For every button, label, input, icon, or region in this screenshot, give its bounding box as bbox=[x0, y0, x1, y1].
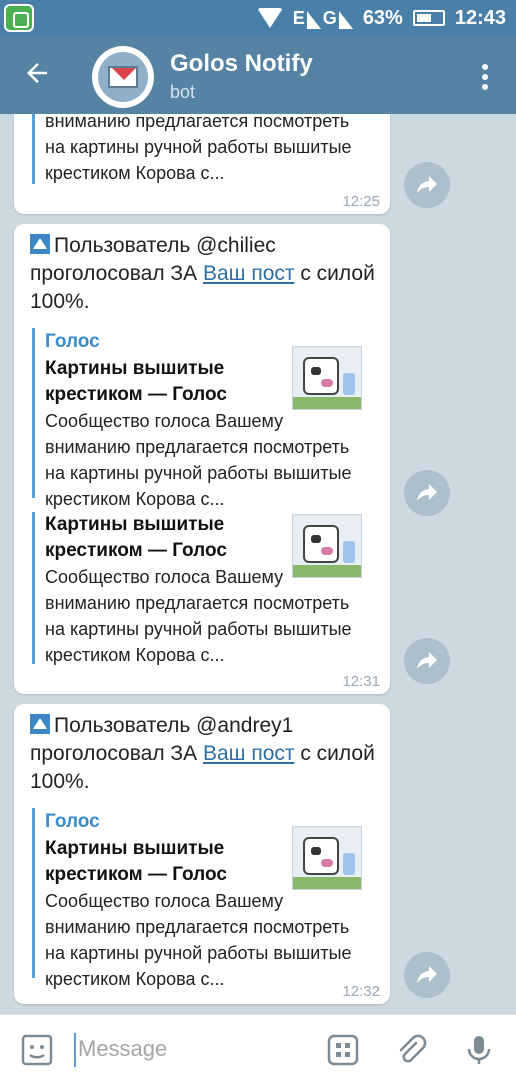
link-preview[interactable]: вниманию предлагается посмотреть на карт… bbox=[32, 114, 362, 184]
wifi-icon bbox=[256, 8, 283, 28]
preview-description: вниманию предлагается посмотреть на карт… bbox=[45, 114, 352, 183]
preview-title: Картины вышитые крестиком — Голос bbox=[45, 358, 227, 405]
signal-icon: EG bbox=[293, 8, 353, 29]
envelope-icon bbox=[108, 66, 138, 88]
status-indicators: EG 63% 12:43 bbox=[256, 0, 506, 36]
message-bubble: вниманию предлагается посмотреть на карт… bbox=[14, 114, 390, 214]
share-icon bbox=[417, 176, 437, 193]
preview-title: Картины вышитые крестиком — Голос bbox=[45, 838, 227, 885]
menu-icon[interactable] bbox=[482, 64, 490, 90]
preview-thumbnail[interactable] bbox=[292, 826, 362, 890]
upvote-icon bbox=[30, 234, 50, 254]
chat-title[interactable]: Golos Notify bbox=[170, 50, 313, 78]
bot-avatar[interactable] bbox=[92, 46, 154, 108]
message-time: 12:25 bbox=[342, 193, 380, 210]
attach-icon[interactable] bbox=[394, 1033, 428, 1067]
battery-icon bbox=[412, 10, 445, 26]
share-button[interactable] bbox=[404, 470, 450, 516]
preview-description: Сообщество голоса Вашему вниманию предла… bbox=[45, 891, 352, 989]
clock: 12:43 bbox=[454, 6, 506, 29]
text-cursor bbox=[74, 1033, 76, 1067]
preview-title: Картины вышитые крестиком — Голос bbox=[45, 514, 227, 561]
message-input[interactable] bbox=[78, 1029, 308, 1069]
message-time: 12:32 bbox=[342, 983, 380, 1000]
chat-header: Golos Notify bot bbox=[0, 36, 516, 114]
app-notification-icon bbox=[4, 4, 34, 32]
link-preview[interactable]: Картины вышитые крестиком — Голос Сообще… bbox=[32, 512, 362, 665]
message-text: Пользователь @andrey1 проголосовал ЗА Ва… bbox=[30, 714, 375, 793]
preview-thumbnail[interactable] bbox=[292, 346, 362, 410]
message-bubble: Пользователь @andrey1 проголосовал ЗА Ва… bbox=[14, 704, 390, 1004]
message-input-bar bbox=[0, 1014, 516, 1084]
share-button[interactable] bbox=[404, 638, 450, 684]
upvote-icon bbox=[30, 714, 50, 734]
chat-subtitle: bot bbox=[170, 82, 196, 102]
message-text: Пользователь @chiliec проголосовал ЗА Ва… bbox=[30, 234, 375, 313]
status-bar: EG 63% 12:43 bbox=[0, 0, 516, 36]
share-button[interactable] bbox=[404, 952, 450, 998]
battery-percent: 63% bbox=[362, 6, 403, 29]
back-arrow-icon[interactable] bbox=[22, 58, 52, 88]
preview-description: Сообщество голоса Вашему вниманию предла… bbox=[45, 411, 352, 509]
preview-description: Сообщество голоса Вашему вниманию предла… bbox=[45, 567, 352, 665]
preview-thumbnail[interactable] bbox=[292, 514, 362, 578]
emoji-icon[interactable] bbox=[20, 1033, 54, 1067]
share-button[interactable] bbox=[404, 162, 450, 208]
post-link[interactable]: Ваш пост bbox=[203, 742, 295, 765]
sticker-icon[interactable] bbox=[326, 1033, 360, 1067]
link-preview[interactable]: Голос Картины вышитые крестиком — Голос … bbox=[32, 328, 362, 509]
mic-icon[interactable] bbox=[462, 1033, 496, 1067]
message-bubble: Пользователь @chiliec проголосовал ЗА Ва… bbox=[14, 224, 390, 694]
message-list[interactable]: вниманию предлагается посмотреть на карт… bbox=[0, 114, 516, 1014]
post-link[interactable]: Ваш пост bbox=[203, 262, 295, 285]
message-time: 12:31 bbox=[342, 673, 380, 690]
link-preview[interactable]: Голос Картины вышитые крестиком — Голос … bbox=[32, 808, 362, 989]
